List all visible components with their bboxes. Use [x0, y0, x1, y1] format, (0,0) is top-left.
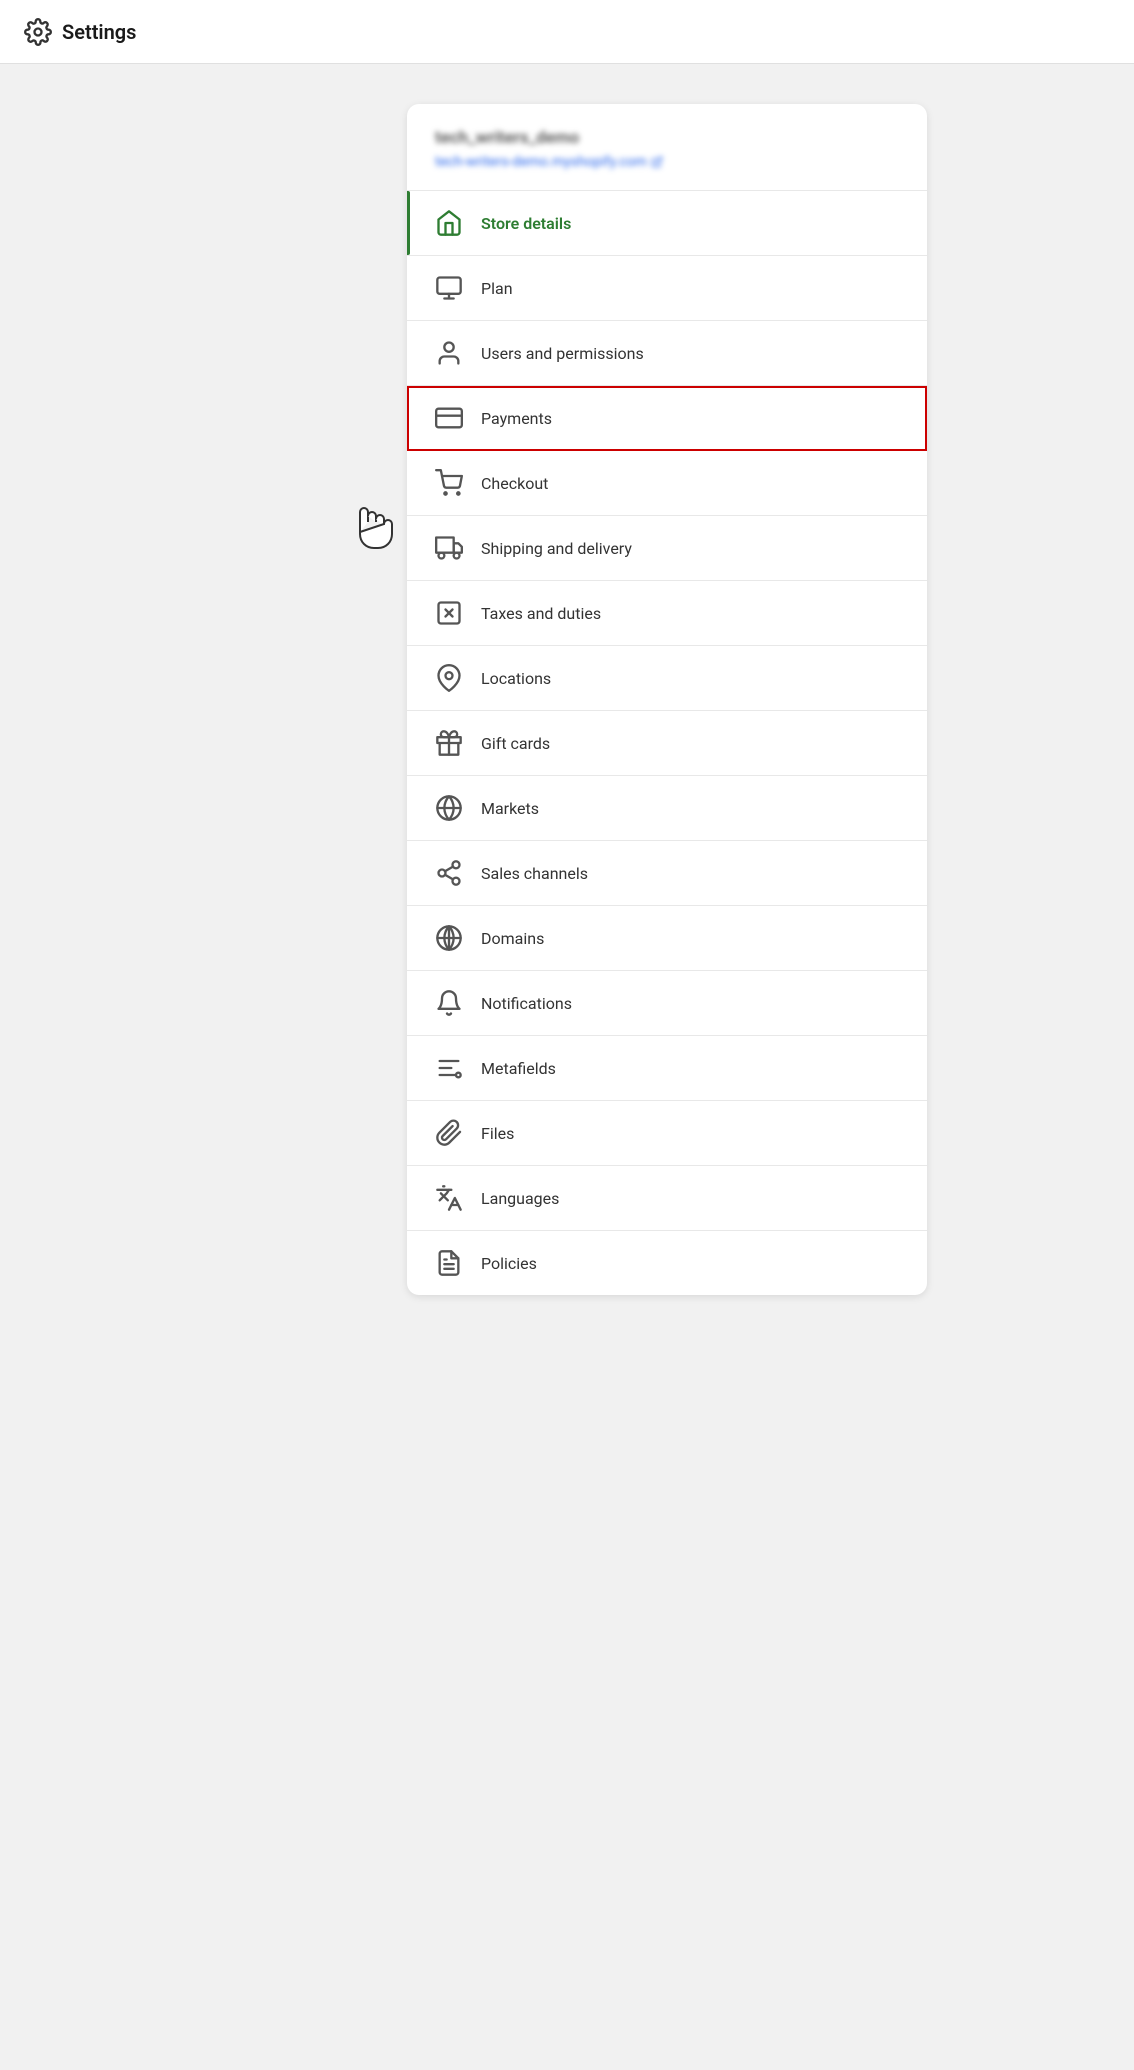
sidebar-item-taxes[interactable]: Taxes and duties	[407, 581, 927, 646]
paperclip-icon	[435, 1119, 463, 1147]
settings-icon	[24, 18, 52, 46]
sidebar-item-label: Store details	[481, 214, 571, 233]
sidebar-item-label: Sales channels	[481, 864, 588, 883]
checkout-icon	[435, 469, 463, 497]
plan-icon	[435, 274, 463, 302]
sidebar-item-languages[interactable]: Languages	[407, 1166, 927, 1231]
sidebar-item-store-details[interactable]: Store details	[407, 191, 927, 256]
store-url[interactable]: tech-writers-demo.myshopify.com	[435, 154, 899, 170]
sidebar-item-label: Checkout	[481, 474, 548, 493]
sidebar-item-payments[interactable]: Payments	[407, 386, 927, 451]
sidebar-item-plan[interactable]: Plan	[407, 256, 927, 321]
sidebar-item-files[interactable]: Files	[407, 1101, 927, 1166]
user-icon	[435, 339, 463, 367]
sidebar-item-domains[interactable]: Domains	[407, 906, 927, 971]
languages-icon	[435, 1184, 463, 1212]
main-content: tech_writers_demo tech-writers-demo.mysh…	[0, 64, 1134, 1335]
sidebar-item-label: Files	[481, 1124, 514, 1143]
sidebar-item-label: Plan	[481, 279, 513, 298]
channels-icon	[435, 859, 463, 887]
sidebar-item-markets[interactable]: Markets	[407, 776, 927, 841]
sidebar-item-label: Taxes and duties	[481, 604, 601, 623]
sidebar-item-label: Policies	[481, 1254, 537, 1273]
app-header: Settings	[0, 0, 1134, 64]
sidebar-item-label: Notifications	[481, 994, 572, 1013]
sidebar-item-locations[interactable]: Locations	[407, 646, 927, 711]
sidebar-item-gift-cards[interactable]: Gift cards	[407, 711, 927, 776]
taxes-icon	[435, 599, 463, 627]
sidebar-item-users-permissions[interactable]: Users and permissions	[407, 321, 927, 386]
sidebar-item-label: Markets	[481, 799, 539, 818]
gift-icon	[435, 729, 463, 757]
sidebar-item-label: Languages	[481, 1189, 559, 1208]
globe-icon	[435, 794, 463, 822]
external-link-icon	[651, 156, 663, 168]
bell-icon	[435, 989, 463, 1017]
sidebar-item-notifications[interactable]: Notifications	[407, 971, 927, 1036]
sidebar-item-label: Metafields	[481, 1059, 556, 1078]
truck-icon	[435, 534, 463, 562]
store-info: tech_writers_demo tech-writers-demo.mysh…	[407, 104, 927, 191]
metafields-icon	[435, 1054, 463, 1082]
sidebar-item-sales-channels[interactable]: Sales channels	[407, 841, 927, 906]
sidebar-item-label: Shipping and delivery	[481, 539, 632, 558]
sidebar-item-label: Users and permissions	[481, 344, 644, 363]
sidebar-item-label: Gift cards	[481, 734, 550, 753]
page-title: Settings	[62, 20, 136, 44]
sidebar-item-policies[interactable]: Policies	[407, 1231, 927, 1295]
location-icon	[435, 664, 463, 692]
settings-panel: tech_writers_demo tech-writers-demo.mysh…	[407, 104, 927, 1295]
sidebar-item-shipping[interactable]: Shipping and delivery	[407, 516, 927, 581]
policies-icon	[435, 1249, 463, 1277]
sidebar-item-label: Locations	[481, 669, 551, 688]
nav-list: Store details Plan	[407, 191, 927, 1295]
sidebar-item-label: Payments	[481, 409, 552, 428]
store-icon	[435, 209, 463, 237]
store-name: tech_writers_demo	[435, 128, 899, 148]
payments-icon	[435, 404, 463, 432]
sidebar-item-checkout[interactable]: Checkout	[407, 451, 927, 516]
sidebar-item-label: Domains	[481, 929, 544, 948]
domains-icon	[435, 924, 463, 952]
sidebar-item-metafields[interactable]: Metafields	[407, 1036, 927, 1101]
